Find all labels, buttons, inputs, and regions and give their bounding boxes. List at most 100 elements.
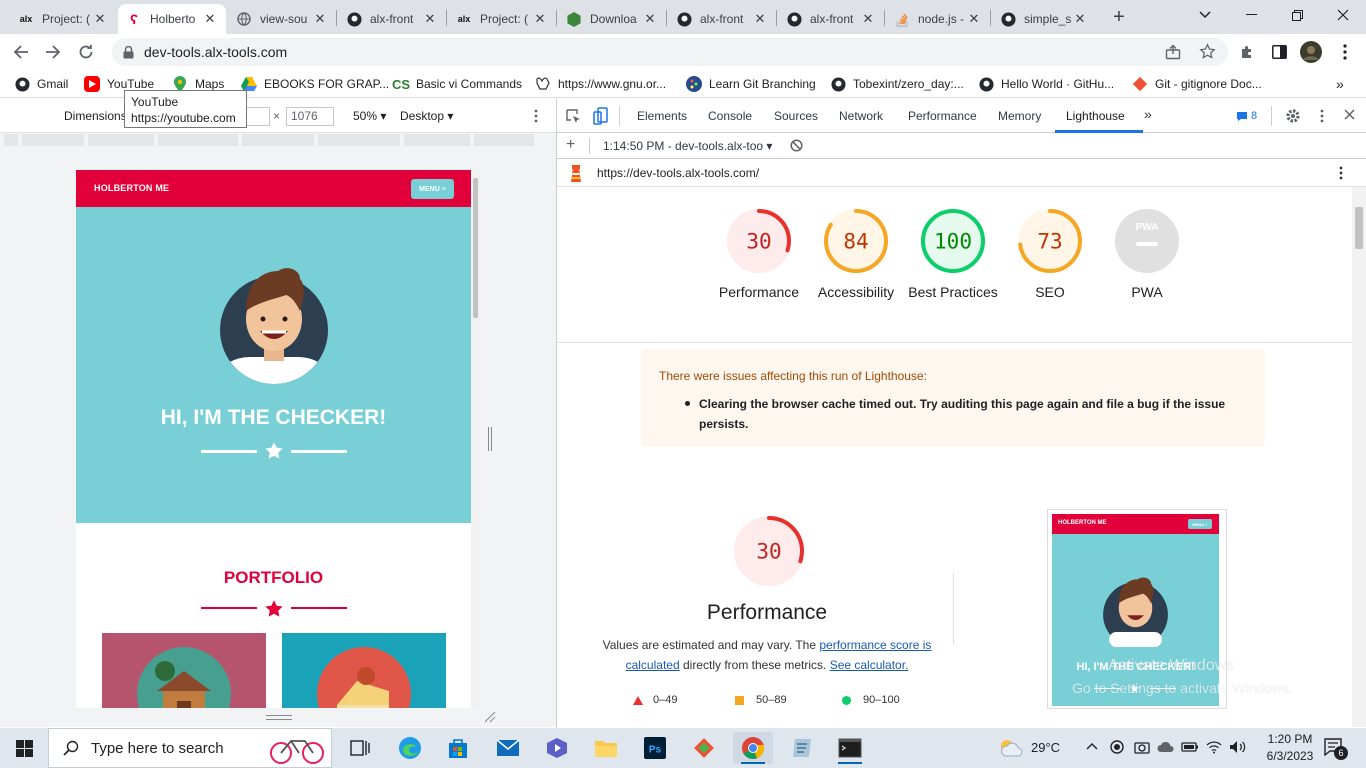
browser-tab[interactable]: alx Project: ( ✕ <box>10 4 116 34</box>
tab-performance[interactable]: Performance <box>908 109 977 123</box>
close-icon[interactable]: ✕ <box>312 11 328 27</box>
store-icon[interactable] <box>438 732 478 764</box>
gauge-performance[interactable]: 30 Performance <box>703 208 815 300</box>
bookmark-gnu[interactable]: https://www.gnu.or... <box>535 75 666 93</box>
record-icon[interactable] <box>1110 740 1124 757</box>
tab-console[interactable]: Console <box>708 109 752 123</box>
lock-icon[interactable] <box>122 45 134 59</box>
emu-menu-button[interactable]: MENU ≡ <box>411 179 454 199</box>
gauge-pwa[interactable]: PWA PWA <box>1091 208 1203 300</box>
tab-elements[interactable]: Elements <box>637 109 687 123</box>
file-explorer-icon[interactable] <box>586 732 626 764</box>
notification-center[interactable]: 6 <box>1324 738 1348 760</box>
new-tab-button[interactable]: + <box>1106 6 1132 28</box>
emu-brand[interactable]: HOLBERTON ME <box>94 183 169 193</box>
clear-reports-icon[interactable] <box>790 139 803 155</box>
start-button[interactable] <box>0 728 48 768</box>
git-gui-icon[interactable] <box>684 732 724 764</box>
browser-tab[interactable]: view-sou ✕ <box>228 4 336 34</box>
terminal-icon[interactable] <box>830 732 870 764</box>
width-input[interactable] <box>246 107 270 126</box>
close-icon[interactable]: ✕ <box>1072 11 1088 27</box>
devtools-menu-icon[interactable] <box>1320 109 1324 126</box>
see-calculator-link[interactable]: See calculator. <box>830 658 909 672</box>
address-bar[interactable]: dev-tools.alx-tools.com <box>112 38 1228 66</box>
tab-network[interactable]: Network <box>839 109 883 123</box>
close-icon[interactable]: ✕ <box>860 11 876 27</box>
browser-tab[interactable]: node.js - ✕ <box>886 4 990 34</box>
wifi-icon[interactable] <box>1206 740 1222 757</box>
issues-badge[interactable]: 8 <box>1236 107 1264 125</box>
bookmark-ebooks[interactable]: EBOOKS FOR GRAP... <box>241 75 389 93</box>
height-input[interactable]: 1076 <box>286 107 334 126</box>
close-icon[interactable]: ✕ <box>532 11 548 27</box>
bookmark-hello-world[interactable]: Hello World · GitHu... <box>978 75 1114 93</box>
gauge-seo[interactable]: 73 SEO <box>994 208 1106 300</box>
close-icon[interactable]: ✕ <box>202 11 218 27</box>
reload-button[interactable] <box>73 39 99 65</box>
gauge-best-practices[interactable]: 100 Best Practices <box>897 208 1009 300</box>
resize-handle-right[interactable] <box>488 427 492 451</box>
portfolio-item-cake[interactable] <box>282 633 446 708</box>
restore-button[interactable] <box>1274 0 1320 30</box>
minimize-button[interactable] <box>1228 0 1274 30</box>
task-view-icon[interactable] <box>340 732 380 764</box>
browser-tab-active[interactable]: ʕ Holberto ✕ <box>118 4 226 34</box>
tab-sources[interactable]: Sources <box>774 109 818 123</box>
zoom-select[interactable]: 50% ▾ <box>353 109 386 123</box>
close-icon[interactable]: ✕ <box>92 11 108 27</box>
bookmark-git-branching[interactable]: Learn Git Branching <box>686 75 816 93</box>
more-tabs-icon[interactable]: » <box>1144 106 1152 122</box>
system-clock[interactable]: 1:20 PM 6/3/2023 <box>1262 731 1318 765</box>
notes-app-icon[interactable] <box>782 732 822 764</box>
close-window-button[interactable] <box>1320 0 1366 30</box>
report-url[interactable]: https://dev-tools.alx-tools.com/ <box>597 166 759 180</box>
browser-tab[interactable]: alx-front ✕ <box>338 4 446 34</box>
settings-gear-icon[interactable] <box>1285 108 1301 127</box>
mail-icon[interactable] <box>488 732 528 764</box>
close-icon[interactable]: ✕ <box>422 11 438 27</box>
emulated-page[interactable]: HOLBERTON ME MENU ≡ HI, I'M THE CHECKER!… <box>76 170 471 708</box>
new-report-icon[interactable]: + <box>566 136 575 154</box>
gauge-accessibility[interactable]: 84 Accessibility <box>800 208 912 300</box>
weather-icon[interactable] <box>998 738 1024 761</box>
photoshop-icon[interactable]: Ps <box>635 732 675 764</box>
gauge-performance-large[interactable]: 30 <box>713 512 825 591</box>
bookmark-gmail[interactable]: Gmail <box>14 75 68 93</box>
close-devtools-icon[interactable] <box>1344 109 1355 123</box>
share-icon[interactable] <box>1165 44 1181 63</box>
bookmark-zero-day[interactable]: Tobexint/zero_day:... <box>830 75 964 93</box>
weather-temp[interactable]: 29°C <box>1031 740 1060 755</box>
show-hidden-icons[interactable] <box>1086 739 1098 753</box>
close-icon[interactable]: ✕ <box>642 11 658 27</box>
cloud-sync-icon[interactable] <box>1157 740 1175 757</box>
extensions-icon[interactable] <box>1234 39 1260 65</box>
tab-memory[interactable]: Memory <box>998 109 1041 123</box>
device-toggle-icon[interactable] <box>593 107 608 128</box>
tab-search-button[interactable] <box>1182 0 1228 30</box>
dimensions-label[interactable]: Dimensions <box>64 109 127 123</box>
emu-scrollbar[interactable] <box>471 170 480 708</box>
report-select[interactable]: 1:14:50 PM - dev-tools.alx-too ▾ <box>603 139 772 153</box>
inspect-element-icon[interactable] <box>566 109 581 127</box>
forward-button[interactable] <box>40 39 66 65</box>
device-options-icon[interactable] <box>534 109 538 126</box>
camera-icon[interactable] <box>1134 740 1150 757</box>
chrome-icon[interactable] <box>733 732 773 764</box>
portfolio-item-cabin[interactable] <box>102 633 266 708</box>
url-text[interactable]: dev-tools.alx-tools.com <box>144 44 287 60</box>
browser-tab[interactable]: alx-front ✕ <box>668 4 776 34</box>
chrome-menu-icon[interactable] <box>1332 39 1358 65</box>
bookmark-gitignore[interactable]: Git - gitignore Doc... <box>1132 75 1262 93</box>
browser-tab[interactable]: Downloa ✕ <box>558 4 666 34</box>
clipchamp-icon[interactable] <box>537 732 577 764</box>
close-icon[interactable]: ✕ <box>966 11 982 27</box>
close-icon[interactable]: ✕ <box>752 11 768 27</box>
bookmark-vi[interactable]: CS Basic vi Commands <box>392 75 522 93</box>
bookmark-star-icon[interactable] <box>1199 43 1216 63</box>
edge-icon[interactable] <box>390 732 430 764</box>
volume-icon[interactable] <box>1229 740 1247 757</box>
tab-lighthouse[interactable]: Lighthouse <box>1066 109 1125 123</box>
taskbar-search[interactable]: Type here to search <box>48 728 332 768</box>
browser-tab[interactable]: alx Project: ( ✕ <box>448 4 556 34</box>
